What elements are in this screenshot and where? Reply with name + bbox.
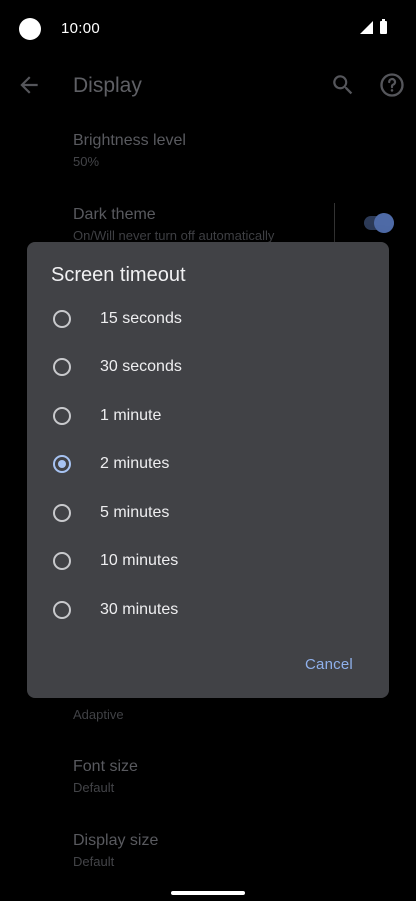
brightness-title: Brightness level bbox=[73, 132, 186, 149]
option-30-seconds[interactable]: 30 seconds bbox=[27, 345, 389, 393]
gesture-nav-handle[interactable] bbox=[171, 891, 245, 895]
toggle-knob bbox=[374, 213, 394, 233]
cancel-button[interactable]: Cancel bbox=[305, 656, 353, 673]
dark-theme-title: Dark theme bbox=[73, 206, 156, 223]
option-label: 5 minutes bbox=[100, 504, 170, 521]
font-size-title: Font size bbox=[73, 758, 138, 775]
radio-button-icon[interactable] bbox=[53, 552, 71, 570]
font-size-setting[interactable]: Font size Default bbox=[73, 757, 138, 797]
radio-button-icon[interactable] bbox=[53, 504, 71, 522]
option-30-minutes[interactable]: 30 minutes bbox=[27, 588, 389, 636]
option-label: 2 minutes bbox=[100, 455, 170, 472]
option-5-minutes[interactable]: 5 minutes bbox=[27, 491, 389, 539]
camera-cutout bbox=[19, 18, 41, 40]
display-size-summary: Default bbox=[73, 854, 115, 869]
signal-icon bbox=[360, 21, 373, 34]
dialog-title: Screen timeout bbox=[51, 264, 186, 286]
option-15-seconds[interactable]: 15 seconds bbox=[27, 297, 389, 345]
option-label: 15 seconds bbox=[100, 310, 182, 327]
option-label: 30 minutes bbox=[100, 601, 179, 618]
radio-button-selected-icon[interactable] bbox=[53, 455, 71, 473]
dark-theme-toggle[interactable] bbox=[364, 213, 394, 233]
option-2-minutes[interactable]: 2 minutes bbox=[27, 442, 389, 490]
page-title: Display bbox=[73, 74, 142, 97]
help-icon[interactable] bbox=[378, 71, 406, 99]
option-1-minute[interactable]: 1 minute bbox=[27, 394, 389, 442]
status-time: 10:00 bbox=[61, 20, 101, 37]
radio-button-icon[interactable] bbox=[53, 310, 71, 328]
radio-button-icon[interactable] bbox=[53, 358, 71, 376]
screen-timeout-dialog: Screen timeout 15 seconds 30 seconds 1 m… bbox=[27, 242, 389, 698]
option-label: 30 seconds bbox=[100, 358, 182, 375]
option-label: 10 minutes bbox=[100, 552, 179, 569]
dark-theme-setting[interactable]: Dark theme On/Will never turn off automa… bbox=[73, 205, 274, 245]
brightness-setting[interactable]: Brightness level 50% bbox=[73, 131, 186, 171]
font-size-summary: Default bbox=[73, 780, 115, 795]
option-10-minutes[interactable]: 10 minutes bbox=[27, 539, 389, 587]
brightness-summary: 50% bbox=[73, 154, 100, 169]
app-bar: Display bbox=[0, 56, 416, 116]
adaptive-setting[interactable]: Adaptive bbox=[73, 704, 124, 724]
option-label: 1 minute bbox=[100, 407, 162, 424]
status-bar: 10:00 bbox=[0, 0, 416, 56]
radio-button-icon[interactable] bbox=[53, 407, 71, 425]
radio-button-icon[interactable] bbox=[53, 601, 71, 619]
divider bbox=[334, 203, 335, 243]
search-icon[interactable] bbox=[330, 72, 356, 98]
back-arrow-icon[interactable] bbox=[16, 72, 42, 98]
display-size-setting[interactable]: Display size Default bbox=[73, 831, 158, 871]
display-size-title: Display size bbox=[73, 832, 159, 849]
battery-icon bbox=[380, 19, 387, 34]
screen: 10:00 Display Brightness level 50% Dark … bbox=[0, 0, 416, 901]
adaptive-summary: Adaptive bbox=[73, 707, 124, 722]
